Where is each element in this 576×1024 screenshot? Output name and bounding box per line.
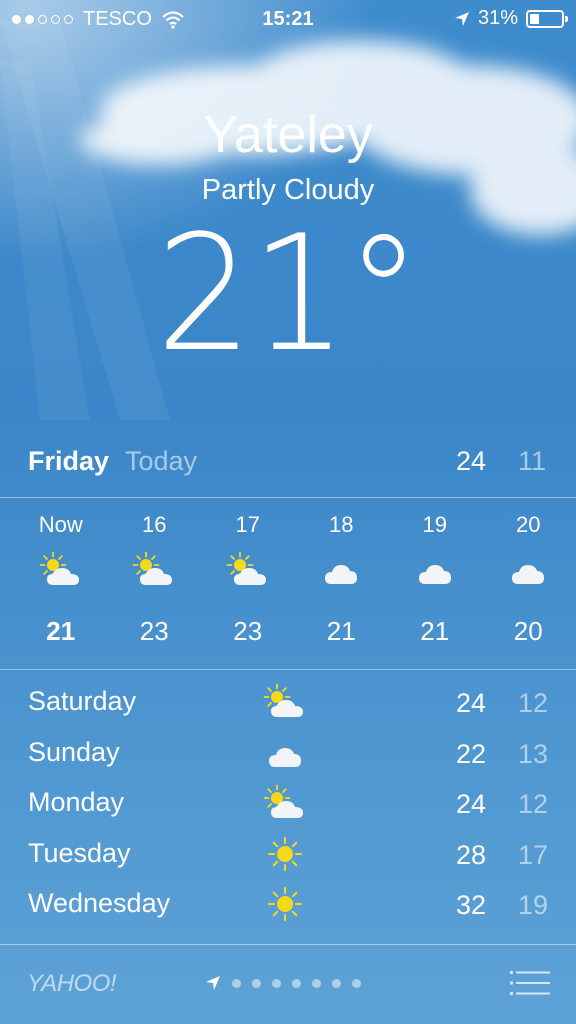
yahoo-logo[interactable]: YAHOO! bbox=[27, 970, 117, 998]
current-temperature: 21° bbox=[156, 200, 422, 387]
daily-row: Monday 24 12 bbox=[0, 784, 576, 838]
daily-row: Wednesday 32 19 bbox=[0, 887, 576, 939]
location-arrow-icon bbox=[454, 11, 469, 26]
hourly-item: 20 20 bbox=[482, 512, 576, 647]
partly-cloudy-icon bbox=[201, 544, 295, 596]
partly-cloudy-icon bbox=[14, 544, 108, 596]
hour-label: 19 bbox=[422, 512, 447, 537]
day-high: 32 bbox=[455, 890, 486, 920]
status-bar: TESCO 15:21 31% bbox=[0, 0, 576, 40]
page-dot[interactable] bbox=[352, 978, 361, 988]
page-dot[interactable] bbox=[232, 978, 241, 988]
battery-icon bbox=[526, 9, 568, 28]
today-high: 24 bbox=[455, 446, 486, 476]
hour-temperature: 21 bbox=[326, 616, 356, 646]
day-low: 19 bbox=[517, 890, 548, 920]
page-dot[interactable] bbox=[272, 978, 281, 988]
battery-percent: 31% bbox=[477, 7, 518, 29]
hour-temperature: 21 bbox=[420, 616, 450, 646]
daily-row: Sunday 22 13 bbox=[0, 737, 576, 788]
page-indicator[interactable] bbox=[205, 975, 361, 991]
hour-temperature: 23 bbox=[139, 616, 169, 646]
page-dot[interactable] bbox=[252, 978, 261, 988]
day-name: Saturday bbox=[28, 686, 137, 716]
day-high: 24 bbox=[455, 789, 486, 819]
day-low: 13 bbox=[517, 738, 548, 769]
city-name: Yateley bbox=[203, 106, 373, 164]
status-right: 31% bbox=[454, 7, 568, 30]
cloud-icon bbox=[482, 544, 576, 596]
today-summary[interactable]: Friday Today 24 11 bbox=[0, 446, 576, 486]
cloud-icon bbox=[295, 544, 389, 596]
bottom-bar: YAHOO! bbox=[0, 960, 576, 1010]
partly-cloudy-icon bbox=[258, 783, 312, 823]
hourly-forecast[interactable]: Now 21 16 23 17 23 18 21 19 21 20 20 bbox=[14, 512, 576, 647]
page-dot[interactable] bbox=[312, 978, 321, 988]
daily-row: Saturday 24 12 bbox=[0, 683, 576, 737]
day-name: Wednesday bbox=[28, 888, 171, 918]
day-low: 17 bbox=[517, 839, 548, 870]
day-high: 22 bbox=[455, 738, 486, 769]
hour-label: 17 bbox=[235, 512, 260, 537]
hourly-item: 16 23 bbox=[108, 512, 202, 647]
divider bbox=[0, 497, 576, 498]
day-name: Sunday bbox=[28, 736, 120, 767]
hour-label: Now bbox=[38, 512, 83, 537]
location-arrow-icon bbox=[206, 976, 220, 990]
hour-temperature: 20 bbox=[513, 616, 543, 646]
day-name: Tuesday bbox=[28, 837, 131, 868]
day-high: 28 bbox=[455, 839, 486, 870]
today-day: Friday bbox=[28, 446, 110, 476]
divider bbox=[0, 944, 576, 945]
hourly-item: 19 21 bbox=[388, 512, 482, 647]
hourly-item: 17 23 bbox=[201, 512, 295, 647]
list-icon[interactable] bbox=[510, 970, 550, 996]
day-low: 12 bbox=[517, 688, 548, 718]
hour-temperature: 21 bbox=[46, 616, 76, 646]
day-name: Monday bbox=[28, 787, 125, 817]
partly-cloudy-icon bbox=[108, 544, 202, 596]
divider bbox=[0, 669, 576, 670]
hour-temperature: 23 bbox=[233, 616, 263, 646]
today-low: 11 bbox=[517, 446, 546, 476]
cloud-icon bbox=[388, 544, 482, 596]
page-dot[interactable] bbox=[332, 978, 341, 988]
daily-row: Tuesday 28 17 bbox=[0, 836, 576, 889]
hourly-item: Now 21 bbox=[14, 512, 108, 647]
daily-forecast[interactable]: Saturday 24 12 Sunday 22 13 Monday 24 12 Tuesday 2… bbox=[0, 683, 576, 939]
page-dot[interactable] bbox=[292, 978, 301, 988]
sun-icon bbox=[258, 834, 312, 874]
day-low: 12 bbox=[517, 789, 548, 819]
day-high: 24 bbox=[455, 688, 486, 718]
today-label: Today bbox=[125, 446, 198, 476]
hour-label: 18 bbox=[329, 512, 354, 537]
hour-label: 20 bbox=[516, 512, 541, 537]
hourly-item: 18 21 bbox=[295, 512, 389, 647]
sun-icon bbox=[258, 884, 312, 924]
hour-label: 16 bbox=[142, 512, 167, 537]
partly-cloudy-icon bbox=[258, 682, 312, 722]
cloud-icon bbox=[258, 733, 312, 773]
